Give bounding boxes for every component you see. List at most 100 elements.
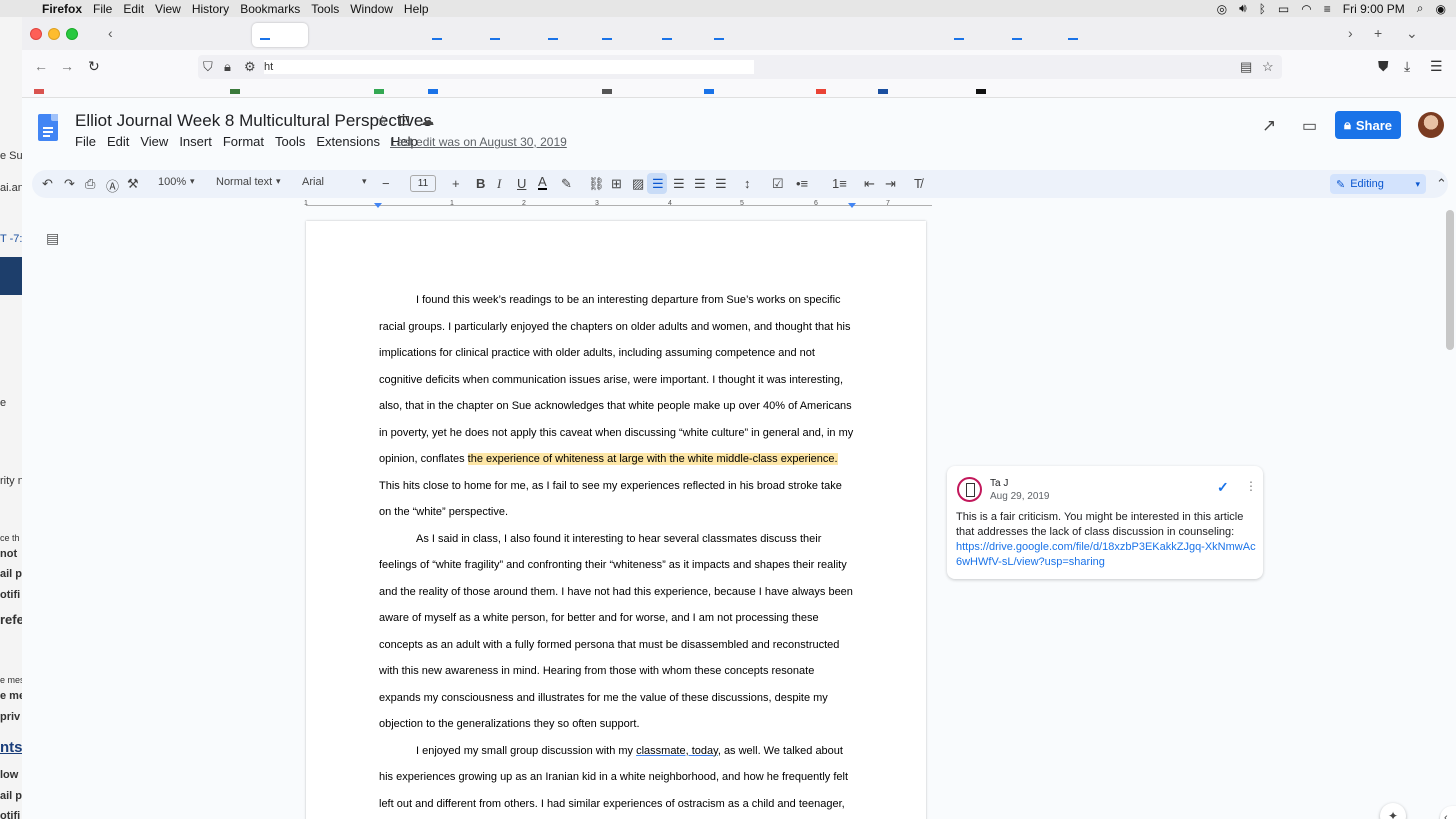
spotlight-search-icon[interactable]: ⌕ [1417,1,1424,16]
highlight-color-icon[interactable]: ✎ [561,176,572,192]
permissions-icon[interactable]: ⚙ [244,59,256,75]
right-indent-marker[interactable] [848,203,856,208]
control-center-icon[interactable]: ≡ [1324,2,1331,16]
move-folder-icon[interactable]: ⊡ [399,112,411,129]
menu-view[interactable]: View [155,2,181,16]
tabs-scroll-right-icon[interactable]: › [1348,25,1353,41]
downloads-icon[interactable]: ⤓ [1404,58,1410,75]
address-bar[interactable]: ⛉ 🔒︎ ⚙ ▤ ☆ [198,55,1282,79]
siri-icon[interactable]: ◉ [1436,2,1446,16]
explore-icon[interactable]: ✦ [1380,803,1406,819]
document-outline-icon[interactable]: ▤ [46,230,59,247]
lock-icon[interactable]: 🔒︎ [224,59,231,75]
tracking-protection-icon[interactable]: ⛉ [203,59,213,75]
redo-icon[interactable]: ↷ [64,176,75,192]
bookmark-item[interactable] [976,89,986,94]
tab[interactable] [714,38,724,40]
line-spacing-icon[interactable]: ↕ [744,176,751,191]
docs-logo-icon[interactable] [38,114,58,141]
increase-indent-icon[interactable]: ⇥ [885,176,896,192]
increase-font-size-icon[interactable]: + [452,176,460,191]
editing-mode-select[interactable]: ✎ Editing ▾ [1330,174,1426,194]
paragraph-style-select[interactable]: Normal text [216,176,272,188]
tab[interactable] [490,38,500,40]
list-all-tabs-icon[interactable]: ⌄ [1406,25,1418,42]
grammar-suggestion[interactable]: classmate, today [636,745,718,757]
comment-history-icon[interactable]: ▭ [1302,116,1317,136]
chevron-down-icon[interactable]: ▾ [276,176,281,187]
more-options-icon[interactable]: ⋮ [1245,479,1257,493]
bookmark-item[interactable] [428,89,438,94]
new-tab-icon[interactable]: + [1374,25,1382,41]
paint-format-icon[interactable]: ⚒ [127,176,139,192]
chevron-down-icon[interactable]: ▾ [362,176,367,187]
minimize-window-button[interactable] [48,28,60,40]
volume-icon[interactable]: 🔊︎ [1239,1,1247,16]
decrease-indent-icon[interactable]: ⇤ [864,176,875,192]
bookmark-item[interactable] [34,89,44,94]
forward-icon[interactable]: → [60,58,74,74]
font-size-input[interactable]: 11 [410,175,436,192]
pocket-icon[interactable]: ⛊ [1378,58,1389,75]
underline-icon[interactable]: U [517,176,526,191]
share-button[interactable]: 🔒︎ Share [1335,111,1401,139]
bookmark-item[interactable] [704,89,714,94]
docs-menu-extensions[interactable]: Extensions [316,134,380,149]
add-comment-icon[interactable]: ⊞ [611,176,622,192]
battery-icon[interactable]: ▭ [1278,2,1289,16]
hide-menus-icon[interactable]: ⌃ [1436,176,1447,192]
insert-image-icon[interactable]: ▨ [632,176,644,192]
docs-menu-file[interactable]: File [75,134,96,149]
bookmark-item[interactable] [878,89,888,94]
activity-dashboard-icon[interactable]: ↗ [1262,116,1276,136]
bookmark-star-icon[interactable]: ☆ [1262,59,1274,75]
bluetooth-icon[interactable]: ᛒ [1259,2,1266,16]
undo-icon[interactable]: ↶ [42,176,53,192]
bookmark-item[interactable] [602,89,612,94]
bulleted-list-icon[interactable]: •≡ [796,176,808,191]
italic-icon[interactable]: I [497,176,501,192]
docs-menu-format[interactable]: Format [223,134,264,149]
decrease-font-size-icon[interactable]: − [382,176,390,191]
align-center-icon[interactable]: ☰ [673,176,685,192]
comment-link[interactable]: https://drive.google.com/file/d/18xzbP3E… [956,540,1256,570]
tab-active[interactable] [252,23,308,47]
zoom-select[interactable]: 100% [158,176,186,188]
bookmark-item[interactable] [816,89,826,94]
menu-help[interactable]: Help [404,2,429,16]
document-page[interactable]: I found this week’s readings to be an in… [306,221,926,819]
tab[interactable] [662,38,672,40]
comment-card[interactable]: Ta J Aug 29, 2019 ✓ ⋮ This is a fair cri… [947,466,1263,579]
creative-cloud-icon[interactable]: ◎ [1217,2,1227,16]
url-input[interactable] [264,60,754,74]
account-avatar[interactable] [1418,112,1444,138]
bold-icon[interactable]: B [476,176,485,191]
clock[interactable]: Fri 9:00 PM [1343,2,1405,16]
wifi-icon[interactable]: ◠ [1301,2,1311,16]
commented-highlight[interactable]: the experience of whiteness at large wit… [467,453,838,465]
clear-formatting-icon[interactable]: T̸ [914,176,922,191]
maximize-window-button[interactable] [66,28,78,40]
bookmark-item[interactable] [374,89,384,94]
document-body[interactable]: I found this week’s readings to be an in… [379,287,855,819]
tab[interactable] [260,38,270,40]
print-icon[interactable]: ⎙ [85,176,95,192]
menu-tools[interactable]: Tools [311,2,339,16]
insert-link-icon[interactable]: ⛓ [588,176,605,192]
docs-menu-tools[interactable]: Tools [275,134,305,149]
numbered-list-icon[interactable]: 1≡ [832,176,847,191]
tab[interactable] [602,38,612,40]
tab[interactable] [1068,38,1078,40]
cloud-status-icon[interactable]: ☁ [420,112,434,129]
tab[interactable] [1012,38,1022,40]
text-color-icon[interactable]: A [538,175,547,190]
app-menu-icon[interactable]: ☰ [1430,58,1443,75]
close-window-button[interactable] [30,28,42,40]
docs-menu-insert[interactable]: Insert [179,134,212,149]
font-family-select[interactable]: Arial [302,176,324,188]
tabs-scroll-left-icon[interactable]: ‹ [108,25,113,41]
align-left-icon[interactable]: ☰ [652,176,664,192]
reload-icon[interactable]: ↻ [88,58,100,75]
tab[interactable] [432,38,442,40]
last-edit-link[interactable]: Last edit was on August 30, 2019 [390,135,567,149]
